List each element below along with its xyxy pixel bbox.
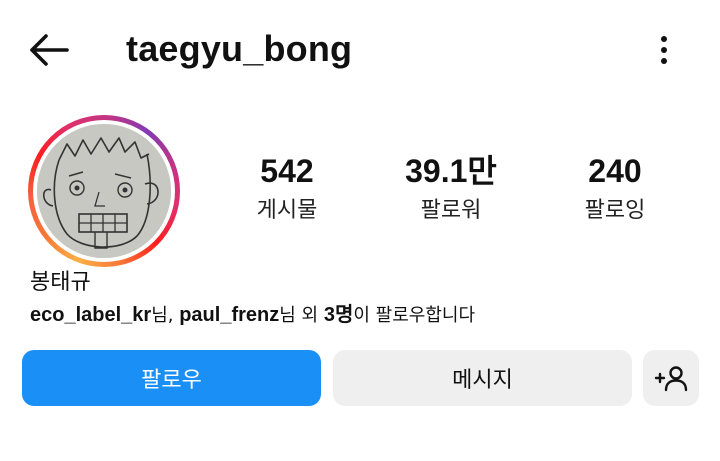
- more-vertical-icon: [661, 36, 667, 64]
- message-button[interactable]: 메시지: [333, 350, 632, 406]
- back-button[interactable]: [26, 30, 72, 70]
- posts-stat[interactable]: 542 게시물: [222, 152, 352, 226]
- posts-count: 542: [260, 153, 314, 189]
- posts-label: 게시물: [256, 198, 318, 223]
- followed-by-user-1[interactable]: eco_label_kr: [30, 304, 151, 326]
- display-name: 봉태규: [30, 270, 91, 295]
- hand-drawn-face-image: [37, 124, 171, 258]
- followed-by-suffix-1: 님,: [151, 305, 180, 326]
- follow-button[interactable]: 팔로우: [22, 350, 321, 406]
- followed-by-user-2[interactable]: paul_frenz: [179, 304, 279, 326]
- followers-label: 팔로워: [420, 198, 482, 223]
- add-person-icon: [654, 366, 688, 392]
- back-arrow-icon: [30, 34, 69, 66]
- followers-count: 39.1만: [405, 153, 497, 189]
- followed-by-tail: 이 팔로우합니다: [353, 305, 476, 326]
- profile-username: taegyu_bong: [126, 28, 353, 69]
- avatar[interactable]: [37, 124, 171, 258]
- followers-stat[interactable]: 39.1만 팔로워: [386, 152, 516, 226]
- followed-by-count: 3명: [323, 304, 354, 326]
- following-count: 240: [588, 153, 642, 189]
- following-stat[interactable]: 240 팔로잉: [550, 152, 680, 226]
- suggested-users-button[interactable]: [643, 350, 699, 406]
- top-bar: taegyu_bong: [0, 0, 720, 100]
- more-options-button[interactable]: [648, 28, 680, 72]
- followed-by-text[interactable]: eco_label_kr님, paul_frenz님 외 3명이 팔로우합니다: [30, 301, 475, 330]
- story-ring[interactable]: [28, 115, 180, 267]
- followed-by-suffix-2: 님 외: [279, 305, 324, 326]
- following-label: 팔로잉: [584, 198, 646, 223]
